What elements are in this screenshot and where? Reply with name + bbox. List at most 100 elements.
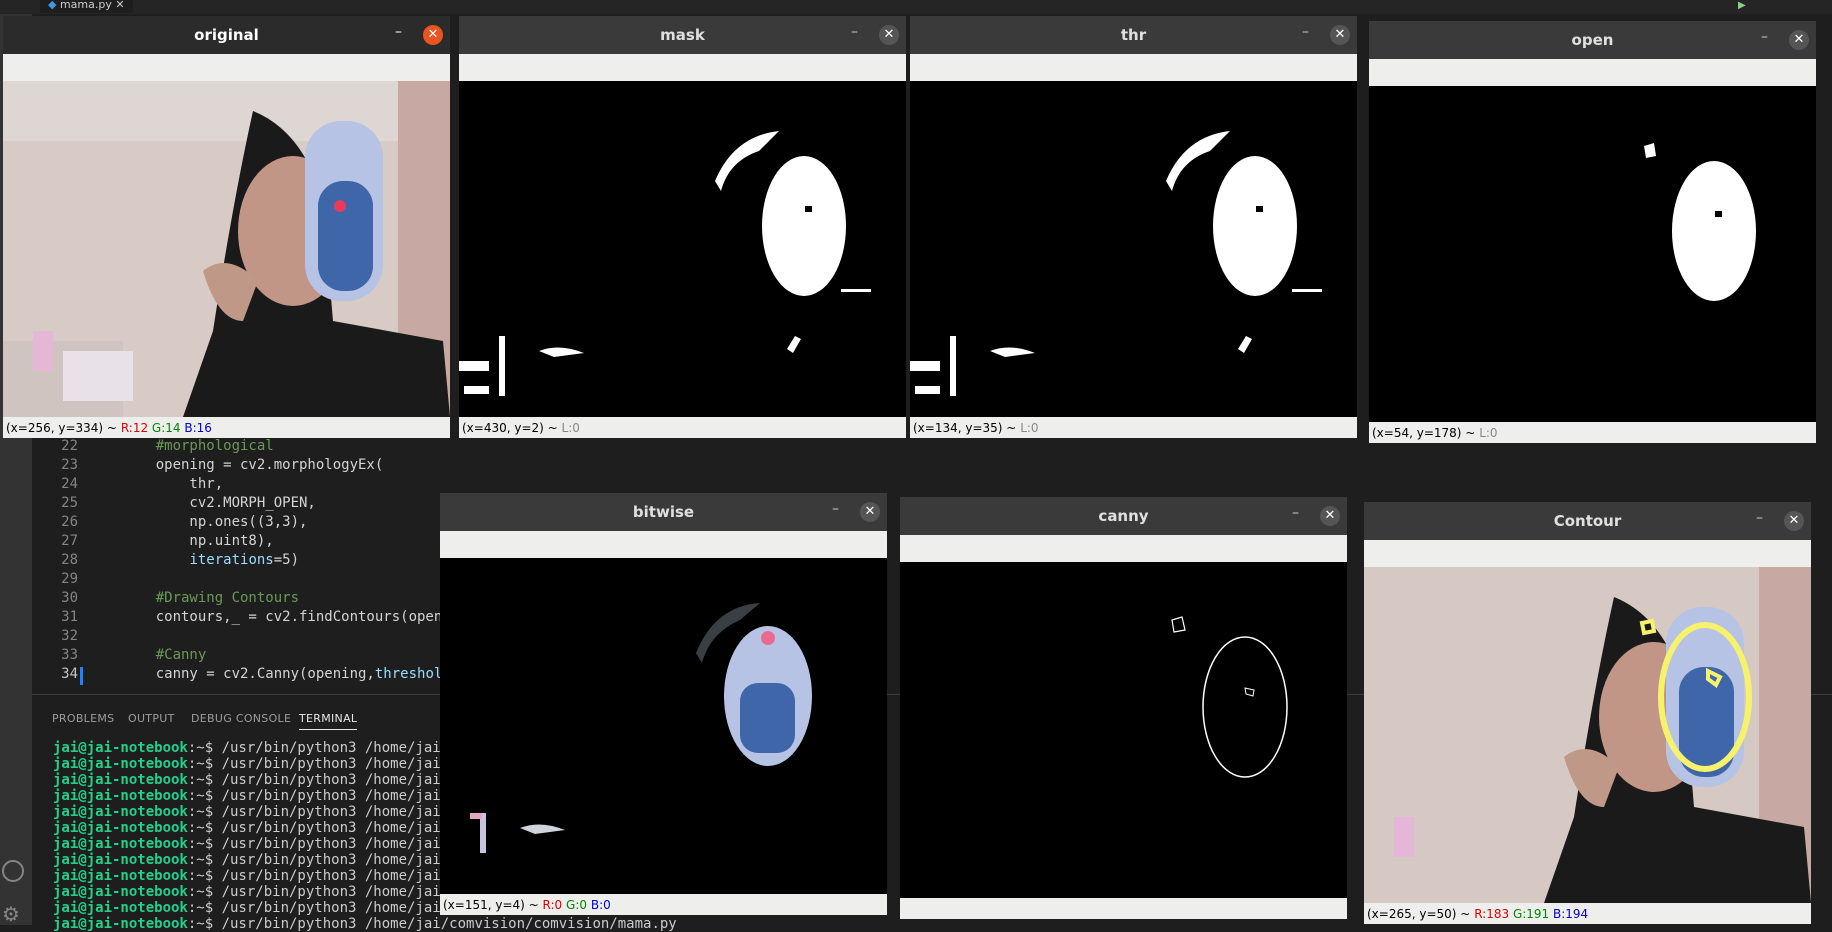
code-line[interactable]: 22 #morphological — [32, 437, 274, 456]
code-line[interactable]: 28 iterations=5) — [32, 551, 299, 570]
terminal-suffix: :~$ — [187, 756, 222, 772]
python-file-icon: ◆ — [48, 0, 57, 11]
pixel-g: G:0 — [566, 898, 588, 912]
code-line[interactable]: 31 contours,_ = cv2.findContours(openin — [32, 608, 459, 627]
window-open[interactable]: open – ✕ (x=54, y=178) ~ L:0 — [1369, 21, 1816, 443]
pixel-l: L:0 — [561, 421, 580, 435]
settings-gear-icon[interactable]: ⚙ — [2, 902, 20, 926]
terminal-command: /usr/bin/python3 /home/jai/co — [221, 804, 467, 820]
pixel-b: B:16 — [184, 421, 212, 435]
close-icon[interactable]: ✕ — [1330, 25, 1350, 45]
close-icon[interactable]: ✕ — [115, 0, 124, 11]
close-icon[interactable]: ✕ — [1789, 30, 1809, 50]
image-open — [1369, 86, 1816, 422]
line-number: 22 — [61, 438, 78, 454]
terminal-suffix: :~$ — [187, 900, 222, 916]
window-original[interactable]: original – ✕ (x=256, y=334) ~ R:12 G:14 … — [3, 16, 450, 438]
line-number: 26 — [61, 514, 78, 530]
code-text: opening = cv2.morphologyEx( — [122, 457, 384, 473]
window-contour[interactable]: Contour – ✕ (x=265, y=50) ~ R:183 G:191 … — [1364, 502, 1811, 924]
window-mask[interactable]: mask – ✕ (x=430, y=2) ~ L:0 — [459, 16, 906, 438]
cursor-coords: (x=265, y=50) ~ — [1367, 907, 1471, 921]
terminal-command: /usr/bin/python3 /home/jai/co — [221, 772, 467, 788]
code-text: #Canny — [155, 647, 207, 663]
code-text: #morphological — [155, 438, 274, 454]
terminal-line: jai@jai-notebook:~$ /usr/bin/python3 /ho… — [53, 772, 466, 788]
code-text: =5) — [273, 552, 300, 568]
code-text: #Drawing Contours — [155, 590, 300, 606]
code-line[interactable]: 29 — [32, 570, 122, 589]
line-number: 29 — [61, 571, 78, 587]
minimize-icon[interactable]: – — [1292, 505, 1299, 521]
code-line[interactable]: 24 thr, — [32, 475, 223, 494]
code-line[interactable]: 25 cv2.MORPH_OPEN, — [32, 494, 316, 513]
terminal-prompt: jai@jai-notebook — [53, 756, 188, 772]
window-title: bitwise — [632, 503, 695, 521]
window-thr[interactable]: thr – ✕ (x=134, y=35) ~ L:0 — [910, 16, 1357, 438]
tab-terminal[interactable]: TERMINAL — [299, 712, 358, 730]
terminal-suffix: :~$ — [187, 772, 222, 788]
tab-problems[interactable]: PROBLEMS — [52, 712, 114, 725]
code-line[interactable]: 23 opening = cv2.morphologyEx( — [32, 456, 383, 475]
terminal-command: /usr/bin/python3 /home/jai/co — [221, 852, 467, 868]
close-icon[interactable]: ✕ — [423, 25, 443, 45]
code-line[interactable]: 32 — [32, 627, 122, 646]
code-text: canny = cv2.Canny(opening, — [122, 666, 375, 682]
terminal-command: /usr/bin/python3 /home/jai/co — [221, 836, 467, 852]
line-number: 27 — [61, 533, 78, 549]
close-icon[interactable]: ✕ — [1320, 506, 1340, 526]
minimize-icon[interactable]: – — [1761, 29, 1768, 45]
tab-debug-console[interactable]: DEBUG CONSOLE — [191, 712, 291, 725]
run-icon[interactable]: ▶ — [1738, 0, 1746, 11]
terminal-command: /usr/bin/python3 /home/jai/co — [221, 900, 467, 916]
window-contour-titlebar[interactable]: Contour — [1364, 502, 1811, 540]
minimize-icon[interactable]: – — [1302, 24, 1309, 40]
window-thr-titlebar[interactable]: thr — [910, 16, 1357, 54]
code-text: cv2.MORPH_OPEN, — [122, 495, 316, 511]
minimize-icon[interactable]: – — [851, 24, 858, 40]
window-title: Contour — [1553, 512, 1622, 530]
code-line[interactable]: 34 canny = cv2.Canny(opening,threshold1 — [32, 665, 459, 684]
terminal-suffix: :~$ — [187, 916, 222, 932]
minimize-icon[interactable]: – — [395, 24, 402, 40]
code-text: thr, — [122, 476, 224, 492]
pixel-r: R:183 — [1474, 907, 1510, 921]
minimize-icon[interactable]: – — [1756, 510, 1763, 526]
terminal-line: jai@jai-notebook:~$ /usr/bin/python3 /ho… — [53, 740, 466, 756]
pixel-b: B:194 — [1553, 907, 1589, 921]
file-tab[interactable]: ◆ mama.py ✕ — [40, 0, 133, 13]
line-number: 25 — [61, 495, 78, 511]
account-icon[interactable] — [2, 860, 24, 882]
terminal-prompt: jai@jai-notebook — [53, 916, 188, 932]
window-bitwise-titlebar[interactable]: bitwise — [440, 493, 887, 531]
window-original-titlebar[interactable]: original — [3, 16, 450, 54]
image-bitwise — [440, 558, 887, 894]
tab-output[interactable]: OUTPUT — [128, 712, 175, 725]
window-canny[interactable]: canny – ✕ — [900, 497, 1347, 919]
terminal-suffix: :~$ — [187, 836, 222, 852]
code-line[interactable]: 33 #Canny — [32, 646, 206, 665]
terminal-command: /usr/bin/python3 /home/jai/comvision/com… — [221, 916, 677, 932]
code-text: contours,_ = cv2.findContours(openin — [122, 609, 460, 625]
status-bar: (x=256, y=334) ~ R:12 G:14 B:16 — [6, 421, 212, 435]
terminal-prompt: jai@jai-notebook — [53, 804, 188, 820]
terminal-prompt: jai@jai-notebook — [53, 852, 188, 868]
window-title: open — [1571, 31, 1614, 49]
terminal-prompt: jai@jai-notebook — [53, 884, 188, 900]
terminal-command: /usr/bin/python3 /home/jai/co — [221, 740, 467, 756]
window-open-titlebar[interactable]: open — [1369, 21, 1816, 59]
code-line[interactable]: 30 #Drawing Contours — [32, 589, 299, 608]
minimize-icon[interactable]: – — [832, 501, 839, 517]
window-bitwise[interactable]: bitwise – ✕ (x=151, y=4) ~ R:0 G:0 B:0 — [440, 493, 887, 915]
window-canny-titlebar[interactable]: canny — [900, 497, 1347, 535]
terminal-line: jai@jai-notebook:~$ /usr/bin/python3 /ho… — [53, 868, 466, 884]
window-mask-titlebar[interactable]: mask — [459, 16, 906, 54]
file-tab-label: mama.py — [59, 0, 112, 11]
code-line[interactable]: 27 np.uint8), — [32, 532, 274, 551]
terminal-command: /usr/bin/python3 /home/jai/co — [221, 756, 467, 772]
code-line[interactable]: 26 np.ones((3,3), — [32, 513, 307, 532]
close-icon[interactable]: ✕ — [1784, 511, 1804, 531]
close-icon[interactable]: ✕ — [860, 502, 880, 522]
pixel-b: B:0 — [590, 898, 611, 912]
close-icon[interactable]: ✕ — [879, 25, 899, 45]
